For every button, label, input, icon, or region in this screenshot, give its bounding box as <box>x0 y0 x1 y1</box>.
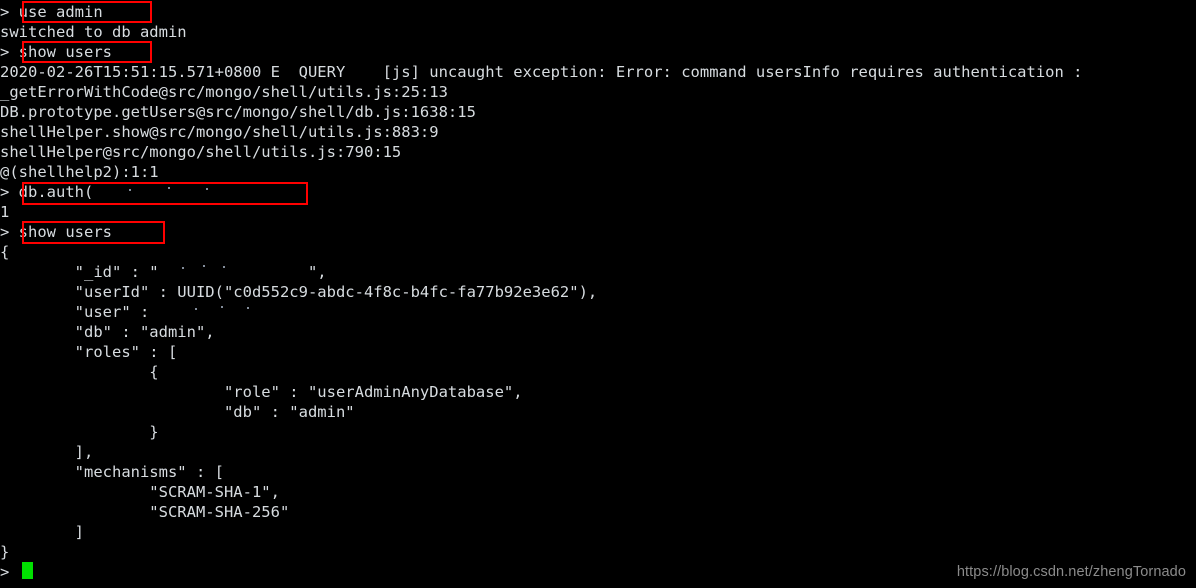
terminal-output-line: shellHelper.show@src/mongo/shell/utils.j… <box>0 122 1196 142</box>
line-text: ], <box>0 443 94 461</box>
redaction-speckle <box>167 187 170 190</box>
line-text: db.auth( ); <box>18 183 290 201</box>
terminal-window[interactable]: > use admin switched to db admin > show us… <box>0 0 1196 588</box>
line-text: "db" : "admin" <box>0 403 355 421</box>
line-text: show users <box>18 43 112 61</box>
terminal-output-line: 1 <box>0 202 1196 222</box>
line-text: } <box>0 543 10 561</box>
terminal-output-line: @(shellhelp2):1:1 <box>0 162 1196 182</box>
terminal-output-line: 2020-02-26T15:51:15.571+0800 E QUERY [js… <box>0 62 1196 82</box>
terminal-output-line: "userId" : UUID("c0d552c9-abdc-4f8c-b4fc… <box>0 282 1196 302</box>
terminal-input-line: > db.auth( ); <box>0 182 1196 202</box>
terminal-output-line: DB.prototype.getUsers@src/mongo/shell/db… <box>0 102 1196 122</box>
terminal-output-line: "roles" : [ <box>0 342 1196 362</box>
line-text: "db" : "admin", <box>0 323 215 341</box>
terminal-output-line: "_id" : " ", <box>0 262 1196 282</box>
prompt-symbol: > <box>0 563 19 581</box>
line-text: shellHelper@src/mongo/shell/utils.js:790… <box>0 143 402 161</box>
terminal-input-line: > show users <box>0 222 1196 242</box>
terminal-output-line: { <box>0 242 1196 262</box>
line-text: "mechanisms" : [ <box>0 463 224 481</box>
redaction-speckle <box>202 265 205 268</box>
terminal-output-line: "SCRAM-SHA-1", <box>0 482 1196 502</box>
redaction-speckle <box>194 307 197 310</box>
prompt-symbol: > <box>0 43 19 61</box>
line-text: show users <box>18 223 112 241</box>
line-text: "userId" : UUID("c0d552c9-abdc-4f8c-b4fc… <box>0 283 598 301</box>
terminal-output-line: ] <box>0 522 1196 542</box>
terminal-output-line: "SCRAM-SHA-256" <box>0 502 1196 522</box>
terminal-output-line: { <box>0 362 1196 382</box>
prompt-symbol: > <box>0 3 19 21</box>
redaction-speckle <box>129 188 131 191</box>
terminal-output-line: "db" : "admin" <box>0 402 1196 422</box>
line-text: switched to db admin <box>0 23 187 41</box>
line-text: _getErrorWithCode@src/mongo/shell/utils.… <box>0 83 448 101</box>
terminal-output-line: _getErrorWithCode@src/mongo/shell/utils.… <box>0 82 1196 102</box>
line-text: "SCRAM-SHA-1", <box>0 483 280 501</box>
prompt-symbol: > <box>0 183 19 201</box>
line-text: ] <box>0 523 84 541</box>
redaction-speckle <box>182 266 185 269</box>
terminal-output-line: switched to db admin <box>0 22 1196 42</box>
terminal-output-line: shellHelper@src/mongo/shell/utils.js:790… <box>0 142 1196 162</box>
line-text: "roles" : [ <box>0 343 178 361</box>
redaction-speckle <box>206 188 208 191</box>
terminal-output-line: "db" : "admin", <box>0 322 1196 342</box>
line-text: { <box>0 243 10 261</box>
line-text: "user" : <box>0 303 308 321</box>
terminal-output-line: } <box>0 422 1196 442</box>
terminal-output-line: } <box>0 542 1196 562</box>
site-watermark: https://blog.csdn.net/zhengTornado <box>956 564 1186 580</box>
line-text: "SCRAM-SHA-256" <box>0 503 290 521</box>
terminal-output-line: "user" : <box>0 302 1196 322</box>
line-text: 2020-02-26T15:51:15.571+0800 E QUERY [js… <box>0 63 1083 81</box>
line-text: use admin <box>18 3 103 21</box>
line-text: @(shellhelp2):1:1 <box>0 163 159 181</box>
terminal-output-line: ], <box>0 442 1196 462</box>
text-cursor <box>22 562 33 579</box>
terminal-input-line: > use admin <box>0 2 1196 22</box>
terminal-output-line: "mechanisms" : [ <box>0 462 1196 482</box>
redaction-speckle <box>247 307 250 310</box>
prompt-symbol: > <box>0 223 19 241</box>
line-text: shellHelper.show@src/mongo/shell/utils.j… <box>0 123 439 141</box>
line-text: DB.prototype.getUsers@src/mongo/shell/db… <box>0 103 476 121</box>
line-text: } <box>0 423 159 441</box>
line-text: "_id" : " ", <box>0 263 327 281</box>
redaction-speckle <box>221 306 223 309</box>
line-text: 1 <box>0 203 10 221</box>
line-text: "role" : "userAdminAnyDatabase", <box>0 383 523 401</box>
line-text: { <box>0 363 159 381</box>
redaction-speckle <box>222 266 225 269</box>
terminal-output-line: "role" : "userAdminAnyDatabase", <box>0 382 1196 402</box>
terminal-input-line: > show users <box>0 42 1196 62</box>
